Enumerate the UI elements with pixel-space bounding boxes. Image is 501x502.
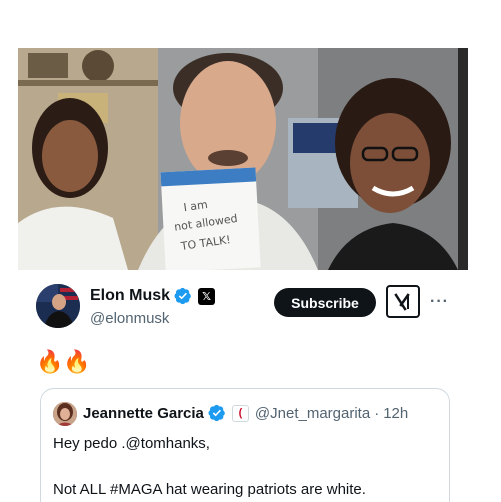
verified-badge-icon[interactable] [208,404,226,422]
author-avatar[interactable] [36,284,80,328]
post-media-photo[interactable]: I am not allowed TO TALK! [18,48,468,270]
quote-separator: · [374,404,380,422]
post-header: Elon Musk 𝕏 @elonmusk Subscribe ··· [36,284,456,332]
post-text: 🔥🔥 [36,349,91,374]
author-display-name[interactable]: Elon Musk [90,287,170,305]
quote-text-line-1: Hey pedo .@tomhanks, [53,435,210,452]
avatar-image [36,284,80,328]
quote-timestamp[interactable]: 12h [383,405,408,422]
quoted-post[interactable]: Jeannette Garcia ( @Jnet_margarita · 12h… [40,388,450,502]
verified-badge-icon[interactable] [174,287,192,305]
author-handle[interactable]: @elonmusk [90,310,169,327]
photo-image: I am not allowed TO TALK! [18,48,468,270]
more-options-icon[interactable]: ··· [430,293,449,311]
grok-icon[interactable] [386,285,420,318]
subscribe-button[interactable]: Subscribe [274,288,376,317]
quote-author-handle[interactable]: @Jnet_margarita [255,405,370,422]
author-name-row: Elon Musk 𝕏 [90,287,216,305]
quote-author-avatar[interactable] [53,402,77,426]
quote-text-line-2: Not ALL #MAGA hat wearing patriots are w… [53,481,366,498]
affiliation-badge-icon[interactable]: ( [231,404,249,422]
quote-avatar-image [53,402,77,426]
x-logo-icon[interactable]: 𝕏 [198,287,216,305]
quote-author-name[interactable]: Jeannette Garcia [83,405,204,422]
quote-author-row: Jeannette Garcia ( @Jnet_margarita · 12h [83,404,408,422]
